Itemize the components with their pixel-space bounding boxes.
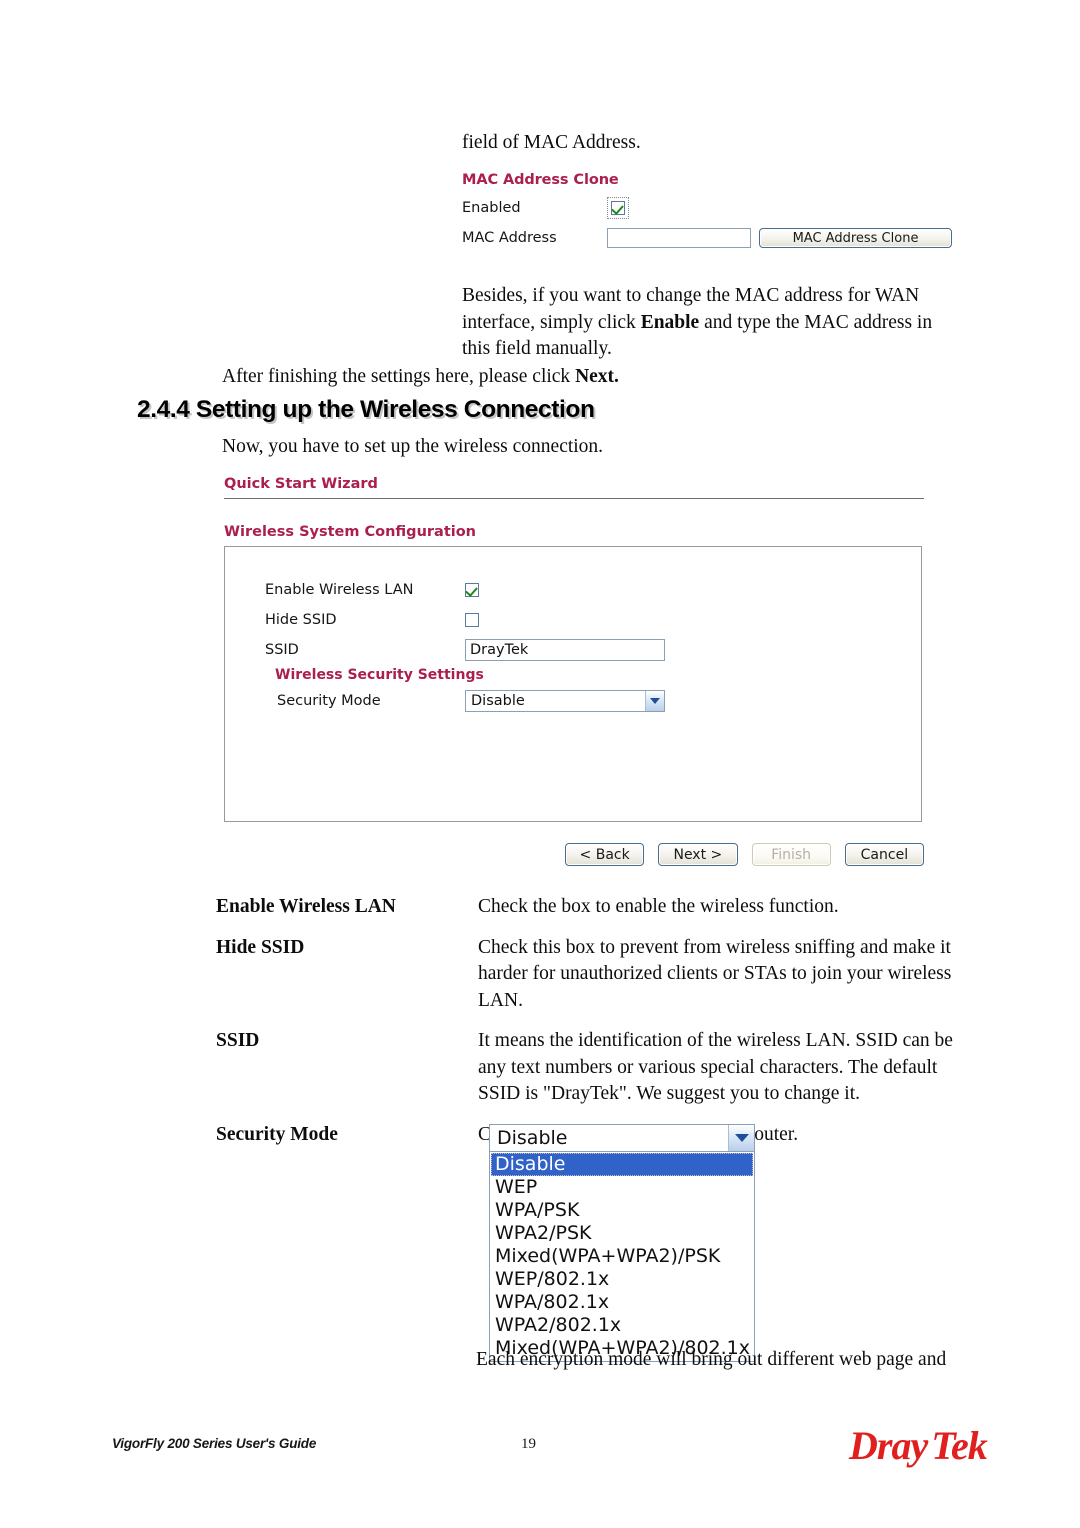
hide-ssid-checkbox[interactable] <box>465 613 479 627</box>
besides-paragraph: Besides, if you want to change the MAC a… <box>462 283 952 363</box>
wireless-system-configuration-title: Wireless System Configuration <box>224 524 477 540</box>
hide-ssid-row: Hide SSID <box>225 607 921 633</box>
footer-guide-title: VigorFly 200 Series User's Guide <box>112 1436 317 1451</box>
dropdown-option-wpa-8021x[interactable]: WPA/802.1x <box>491 1291 753 1314</box>
wireless-system-configuration-panel: Enable Wireless LAN Hide SSID SSID DrayT… <box>224 546 922 822</box>
wireless-security-settings-title: Wireless Security Settings <box>275 667 484 683</box>
definition-term: Enable Wireless LAN <box>216 896 396 917</box>
enable-wireless-lan-label: Enable Wireless LAN <box>265 582 414 598</box>
enable-wireless-lan-checkbox[interactable] <box>465 583 479 597</box>
security-mode-value: Disable <box>471 693 525 709</box>
chevron-down-icon[interactable] <box>728 1125 754 1151</box>
intro-text: field of MAC Address. <box>462 132 641 153</box>
ssid-label: SSID <box>265 642 299 658</box>
security-mode-label: Security Mode <box>277 693 381 709</box>
security-mode-row: Security Mode Disable <box>225 688 921 714</box>
chevron-down-icon[interactable] <box>645 691 664 711</box>
ssid-input[interactable]: DrayTek <box>465 639 665 661</box>
back-button[interactable]: < Back <box>565 843 645 866</box>
mac-address-label: MAC Address <box>462 230 557 246</box>
after-finishing-paragraph: After finishing the settings here, pleas… <box>222 364 962 391</box>
page-title: 2.4.4 Setting up the Wireless Connection <box>137 396 595 423</box>
quick-start-wizard-screenshot: Quick Start Wizard Wireless System Confi… <box>224 476 924 866</box>
definition-description: Check the box to enable the wireless fun… <box>478 896 839 917</box>
definition-row: SSID It means the identification of the … <box>216 1028 966 1108</box>
definition-description: Check this box to prevent from wireless … <box>478 936 952 1011</box>
wizard-title: Quick Start Wizard <box>224 476 378 492</box>
field-descriptions-list: Enable Wireless LAN Check the box to ena… <box>216 894 966 1162</box>
dropdown-option-disable[interactable]: Disable <box>491 1153 753 1176</box>
security-mode-selected-value: Disable <box>497 1127 568 1149</box>
security-mode-option-list[interactable]: Disable WEP WPA/PSK WPA2/PSK Mixed(WPA+W… <box>489 1152 755 1362</box>
after-finishing-next-bold: Next. <box>575 366 619 387</box>
mac-address-clone-panel: MAC Address Clone Enabled MAC Address MA… <box>462 172 962 248</box>
enable-wireless-lan-row: Enable Wireless LAN <box>225 577 921 603</box>
checkbox-focus-ring <box>607 197 629 219</box>
page-footer: VigorFly 200 Series User's Guide 19 Dray… <box>0 1423 1080 1488</box>
security-mode-dropdown-expanded: Disable Disable WEP WPA/PSK WPA2/PSK Mix… <box>489 1124 755 1362</box>
mac-address-clone-button[interactable]: MAC Address Clone <box>759 228 952 248</box>
mac-clone-title: MAC Address Clone <box>462 172 619 188</box>
closing-paragraph: Each encryption mode will bring out diff… <box>476 1349 947 1370</box>
ssid-row: SSID DrayTek <box>225 637 921 663</box>
next-button[interactable]: Next > <box>658 843 738 866</box>
dropdown-option-mixed-psk[interactable]: Mixed(WPA+WPA2)/PSK <box>491 1245 753 1268</box>
wizard-button-row: < Back Next > Finish Cancel <box>565 843 924 866</box>
security-mode-select[interactable]: Disable <box>465 690 665 712</box>
cancel-button[interactable]: Cancel <box>844 843 924 866</box>
dropdown-option-wep[interactable]: WEP <box>491 1176 753 1199</box>
document-page: field of MAC Address. MAC Address Clone … <box>0 0 1080 1528</box>
mac-address-row: MAC Address MAC Address Clone <box>462 228 962 248</box>
logo-tek: Tek <box>931 1423 988 1468</box>
mac-address-input[interactable] <box>607 228 751 248</box>
hide-ssid-label: Hide SSID <box>265 612 337 628</box>
dropdown-option-wpa-psk[interactable]: WPA/PSK <box>491 1199 753 1222</box>
dropdown-option-wpa2-8021x[interactable]: WPA2/802.1x <box>491 1314 753 1337</box>
now-you-have-paragraph: Now, you have to set up the wireless con… <box>222 436 604 457</box>
logo-dray: Dray <box>849 1423 928 1468</box>
dropdown-option-wpa2-psk[interactable]: WPA2/PSK <box>491 1222 753 1245</box>
dropdown-option-wep-8021x[interactable]: WEP/802.1x <box>491 1268 753 1291</box>
definition-row: Enable Wireless LAN Check the box to ena… <box>216 894 966 921</box>
security-mode-dropdown-button[interactable]: Disable <box>489 1124 755 1152</box>
page-number: 19 <box>521 1436 536 1452</box>
wizard-divider <box>224 498 924 499</box>
definition-description: It means the identification of the wirel… <box>478 1030 953 1104</box>
definition-term: Security Mode <box>216 1123 338 1145</box>
mac-enabled-row: Enabled <box>462 197 962 219</box>
mac-enabled-label: Enabled <box>462 200 521 216</box>
after-finishing-text: After finishing the settings here, pleas… <box>222 366 576 387</box>
draytek-logo: Dray Tek <box>849 1422 988 1469</box>
mac-enabled-checkbox[interactable] <box>611 201 625 215</box>
definition-row: Hide SSID Check this box to prevent from… <box>216 935 966 1015</box>
definition-term: Hide SSID <box>216 936 305 958</box>
besides-enable-bold: Enable <box>640 311 700 333</box>
finish-button: Finish <box>751 843 831 866</box>
definition-term: SSID <box>216 1030 260 1051</box>
